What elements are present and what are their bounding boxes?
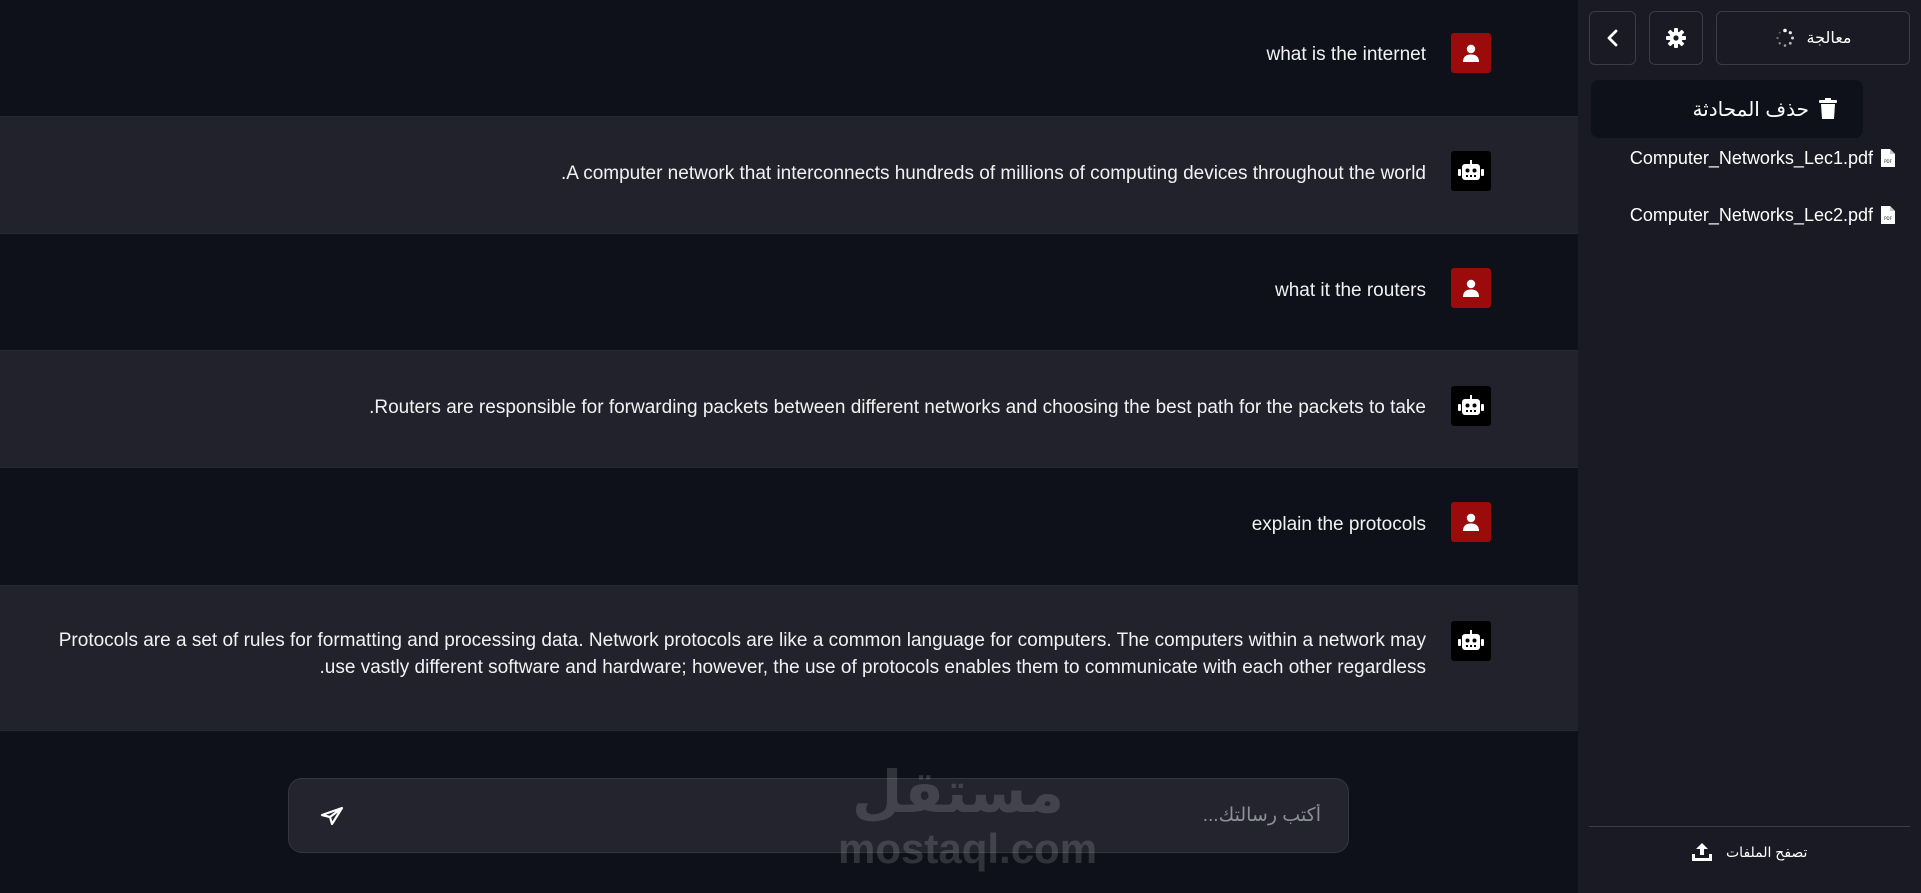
settings-button[interactable] xyxy=(1649,11,1703,65)
message-row-user: what is the internet xyxy=(0,0,1578,117)
robot-avatar-icon xyxy=(1451,386,1491,426)
send-button[interactable] xyxy=(317,803,347,829)
user-avatar-icon xyxy=(1451,502,1491,542)
collapse-sidebar-button[interactable] xyxy=(1589,11,1636,65)
pdf-file-icon: PDF xyxy=(1881,149,1895,167)
svg-text:PDF: PDF xyxy=(1884,159,1892,164)
message-text: what it the routers xyxy=(1274,280,1426,301)
processing-label: معالجة xyxy=(1806,30,1852,47)
file-name: Computer_Networks_Lec1.pdf xyxy=(1629,147,1873,168)
gear-icon xyxy=(1666,28,1686,48)
trash-icon xyxy=(1819,98,1837,119)
delete-chat-menu-item[interactable]: حذف المحادثة xyxy=(1591,80,1863,138)
message-row-user: explain the protocols xyxy=(0,468,1578,586)
message-text: Routers are responsible for forwarding p… xyxy=(369,397,1426,418)
message-text: explain the protocols xyxy=(1251,514,1426,535)
app-root: what is the internet A computer network … xyxy=(0,0,1921,893)
message-input[interactable] xyxy=(369,779,1329,852)
robot-avatar-icon xyxy=(1451,151,1491,191)
delete-chat-label: حذف المحادثة xyxy=(1692,98,1809,121)
file-item[interactable]: Computer_Networks_Lec2.pdf PDF xyxy=(1630,202,1895,228)
pdf-file-icon: PDF xyxy=(1881,206,1895,224)
message-text: what is the internet xyxy=(1266,44,1426,65)
message-row-bot: A computer network that interconnects hu… xyxy=(0,117,1578,234)
browse-files-label: تصفح الملفات xyxy=(1726,843,1808,860)
message-row-user: what it the routers xyxy=(0,234,1578,351)
message-row-bot: Protocols are a set of rules for formatt… xyxy=(0,586,1578,731)
message-text: A computer network that interconnects hu… xyxy=(561,163,1426,184)
message-text: Protocols are a set of rules for formatt… xyxy=(58,630,1426,678)
robot-avatar-icon xyxy=(1451,621,1491,661)
file-name: Computer_Networks_Lec2.pdf xyxy=(1629,204,1873,225)
user-avatar-icon xyxy=(1451,268,1491,308)
processing-button[interactable]: معالجة xyxy=(1716,11,1910,65)
chevron-left-icon xyxy=(1607,29,1617,47)
svg-text:PDF: PDF xyxy=(1884,216,1892,221)
user-avatar-icon xyxy=(1451,33,1491,73)
upload-icon xyxy=(1692,843,1712,861)
message-row-bot: Routers are responsible for forwarding p… xyxy=(0,351,1578,468)
sidebar-divider xyxy=(1589,826,1910,827)
chat-area: what is the internet A computer network … xyxy=(0,0,1578,893)
message-composer xyxy=(288,778,1349,853)
send-icon xyxy=(320,806,344,826)
browse-files-button[interactable]: تصفح الملفات xyxy=(1692,838,1807,866)
sidebar: معالجة حذف المحادثة Computer_Networks_Le… xyxy=(1578,0,1921,893)
file-item[interactable]: Computer_Networks_Lec1.pdf PDF xyxy=(1630,145,1895,171)
loading-spinner-icon xyxy=(1775,28,1794,47)
